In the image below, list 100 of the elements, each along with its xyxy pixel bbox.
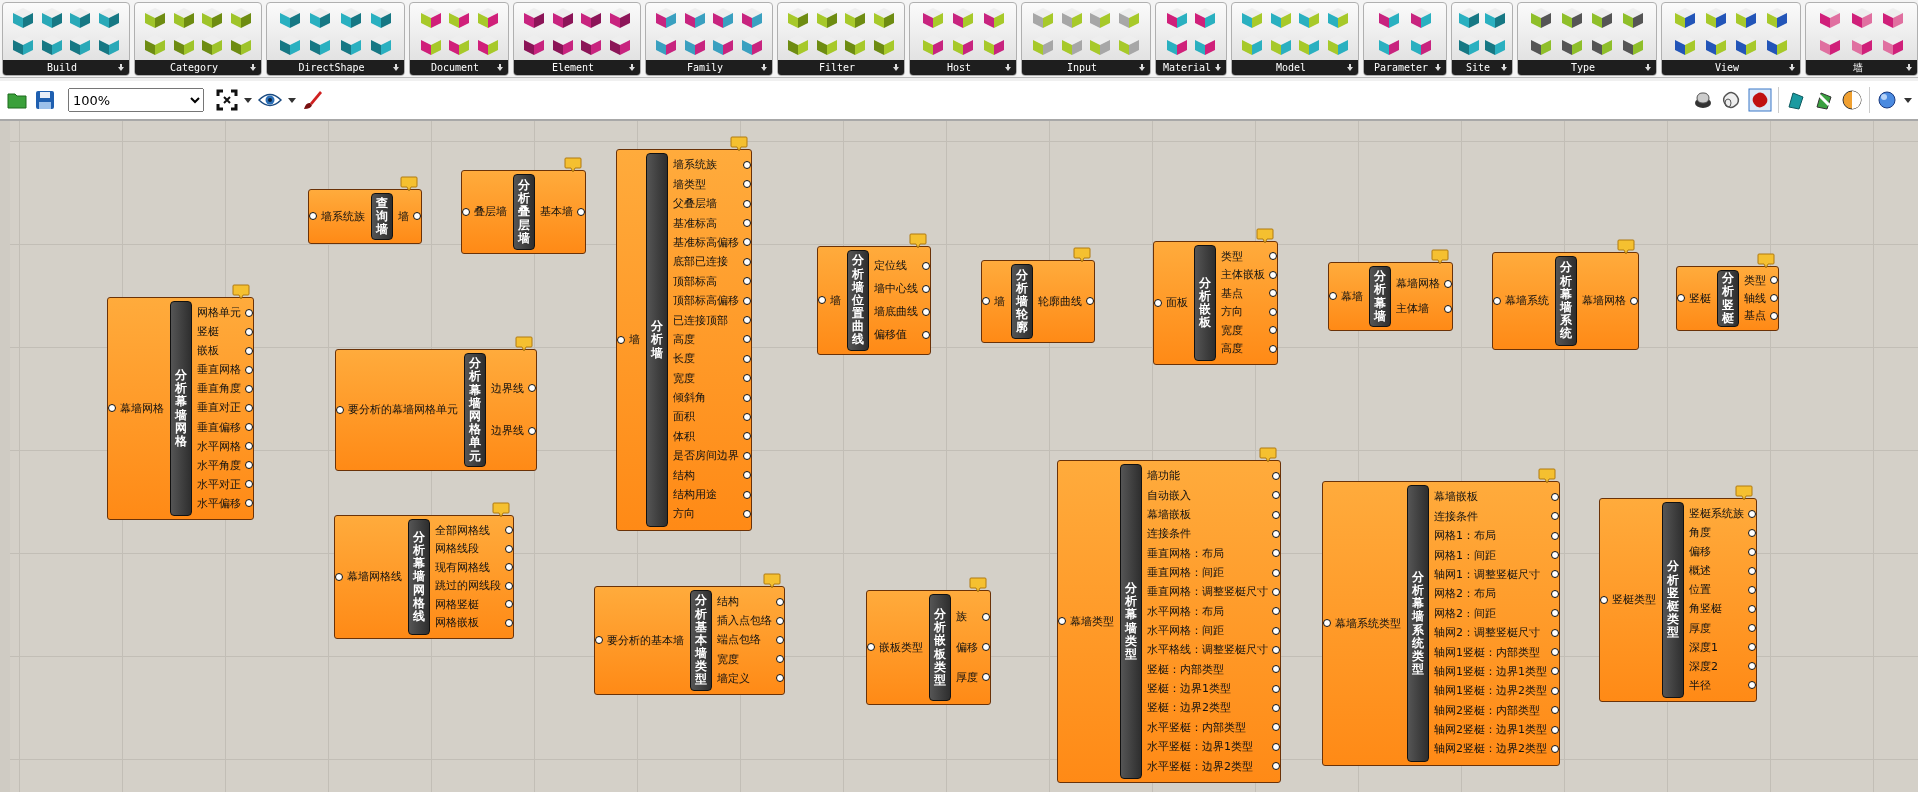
component-node[interactable]: 墙 分析墙 墙系统族 墙类型 父叠层墙 基准标高 基准标高偏移 底部已连接 顶部标高 顶部标高偏移 已连接顶部 高度 长度 宽度 倾斜角 面积 体积 是否房间边界 结构 结构用途 方向	[616, 149, 752, 531]
component-title: 分析幕墙类型	[1120, 464, 1142, 779]
input-label: 幕墙系统类型	[1335, 616, 1401, 631]
output-label: 自动嵌入	[1147, 488, 1191, 503]
component-title: 分析幕墙网格	[170, 301, 192, 516]
output-label: 概述	[1689, 564, 1711, 579]
output-label: 宽度	[1221, 323, 1243, 338]
output-label: 轴网2竖梃：边界1类型	[1434, 723, 1547, 738]
output-label: 深度1	[1689, 640, 1718, 655]
component-title: 分析嵌板类型	[929, 594, 951, 701]
output-label: 已连接顶部	[673, 313, 728, 328]
output-label: 宽度	[717, 652, 739, 667]
output-label: 端点包络	[717, 633, 761, 648]
output-label: 网格嵌板	[435, 616, 479, 631]
component-title: 分析墙轮廓	[1011, 264, 1033, 339]
group-label: Filter	[818, 60, 856, 75]
output-label: 倾斜角	[673, 391, 706, 406]
output-label: 基准标高偏移	[673, 235, 739, 250]
output-label: 偏移值	[874, 328, 907, 342]
component-title: 分析叠层墙	[513, 174, 535, 250]
group-label: DirectShape	[298, 60, 365, 75]
output-label: 父叠层墙	[673, 197, 717, 212]
output-label: 连接条件	[1147, 527, 1191, 542]
output-label: 轴网2：调整竖梃尺寸	[1434, 626, 1540, 641]
output-label: 顶部标高偏移	[673, 294, 739, 309]
output-label: 垂直角度	[197, 382, 241, 397]
component-title: 分析竖梃	[1717, 270, 1739, 327]
output-label: 边界线	[491, 381, 524, 396]
output-label: 边界线	[491, 424, 524, 439]
group-label: Host	[946, 60, 972, 75]
input-label: 幕墙网格	[120, 401, 164, 416]
output-label: 垂直网格：布局	[1147, 546, 1224, 561]
component-title: 分析竖梃类型	[1662, 502, 1684, 698]
output-label: 网格2：布局	[1434, 587, 1496, 602]
output-label: 墙功能	[1147, 469, 1180, 484]
output-label: 跳过的网线段	[435, 579, 501, 594]
group-label: Build	[46, 60, 78, 75]
group-label: Element	[551, 60, 595, 75]
output-label: 深度2	[1689, 659, 1718, 674]
input-label: 幕墙类型	[1070, 614, 1114, 629]
output-label: 水平格线：调整竖梃尺寸	[1147, 643, 1268, 658]
output-label: 幕墙嵌板	[1147, 508, 1191, 523]
output-label: 网格竖梃	[435, 597, 479, 612]
group-label: Parameter	[1373, 60, 1429, 75]
output-label: 现有网格线	[435, 560, 490, 575]
output-label: 类型	[1744, 273, 1766, 288]
output-label: 垂直对正	[197, 401, 241, 416]
output-label: 墙底曲线	[874, 305, 918, 319]
output-label: 轴网1竖梃：边界2类型	[1434, 684, 1547, 699]
output-label: 墙类型	[673, 177, 706, 192]
output-label: 半径	[1689, 678, 1711, 693]
output-label: 基本墙	[540, 205, 573, 219]
component-node[interactable]: 墙 分析墙轮廓 轮廓曲线	[981, 260, 1095, 343]
output-label: 轴网1竖梃：内部类型	[1434, 645, 1540, 660]
output-label: 网格1：布局	[1434, 529, 1496, 544]
input-label: 幕墙网格线	[347, 570, 402, 584]
output-label: 定位线	[874, 259, 907, 273]
output-label: 角竖梃	[1689, 602, 1722, 617]
output-label: 主体墙	[1396, 302, 1429, 316]
output-label: 位置	[1689, 583, 1711, 598]
output-label: 水平网格：布局	[1147, 604, 1224, 619]
component-title: 查询墙	[371, 193, 393, 240]
output-label: 网格线段	[435, 542, 479, 557]
output-label: 偏移	[1689, 545, 1711, 560]
input-label: 竖梃类型	[1612, 593, 1656, 607]
group-label: View	[1714, 60, 1740, 75]
output-label: 宽度	[673, 371, 695, 386]
input-label: 竖梃	[1689, 291, 1711, 306]
output-label: 垂直网格	[197, 363, 241, 378]
output-label: 轴线	[1744, 291, 1766, 306]
output-label: 垂直偏移	[197, 420, 241, 435]
component-title: 分析墙	[646, 153, 668, 527]
group-label: 墙	[1852, 60, 1863, 75]
output-label: 方向	[1221, 305, 1243, 320]
output-label: 结构	[673, 468, 695, 483]
output-label: 水平对正	[197, 477, 241, 492]
output-label: 垂直网格：调整竖梃尺寸	[1147, 585, 1268, 600]
input-label: 要分析的幕墙网格单元	[348, 403, 458, 417]
output-label: 基点	[1744, 309, 1766, 324]
input-label: 面板	[1166, 296, 1188, 310]
input-label: 幕墙系统	[1505, 294, 1549, 308]
output-label: 族	[956, 610, 967, 625]
output-label: 竖梃系统族	[1689, 507, 1744, 522]
component-title: 分析嵌板	[1194, 245, 1216, 361]
component-node[interactable]: 墙系统族 查询墙 墙	[308, 189, 422, 244]
component-node[interactable]: 叠层墙 分析叠层墙 基本墙	[461, 170, 586, 254]
group-label: Family	[686, 60, 724, 75]
output-label: 方向	[673, 507, 695, 522]
output-label: 基点	[1221, 286, 1243, 301]
output-label: 竖梃	[197, 325, 219, 340]
output-label: 水平角度	[197, 458, 241, 473]
component-title: 分析幕墙	[1369, 266, 1391, 327]
output-label: 幕墙网格	[1396, 277, 1440, 291]
zoom-dropdown[interactable]: 100%	[68, 88, 204, 112]
output-label: 结构用途	[673, 488, 717, 503]
output-label: 轴网2竖梃：内部类型	[1434, 703, 1540, 718]
output-label: 网格单元	[197, 306, 241, 321]
output-label: 墙	[398, 209, 409, 224]
input-label: 墙系统族	[321, 209, 365, 224]
group-label: Input	[1066, 60, 1098, 75]
